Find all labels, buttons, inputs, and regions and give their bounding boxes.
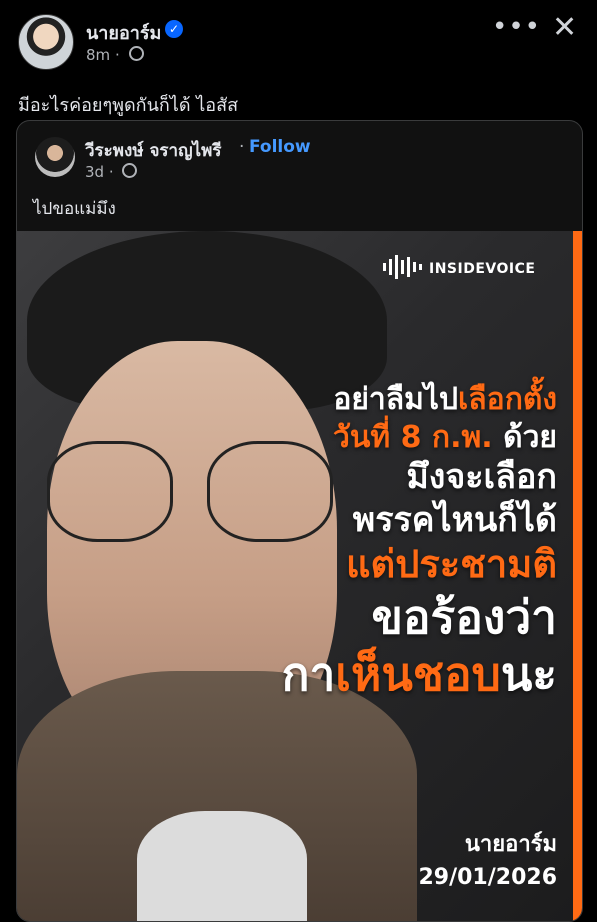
meta-separator: · [114, 46, 120, 64]
post-caption: มีอะไรค่อยๆพูดกันก็ได้ ไอสัส [18, 95, 239, 116]
globe-icon [128, 46, 144, 61]
close-icon[interactable]: ✕ [552, 10, 577, 45]
headline-line-1a: อย่าลืมไป [333, 382, 459, 417]
photo-shirt [137, 811, 307, 921]
headline-line-7: กาเห็นชอบนะ [167, 646, 557, 704]
image-headline: อย่าลืมไปเลือกตั้ง วันที่ 8 ก.พ. ด้วย มึ… [167, 381, 557, 704]
author-name[interactable]: นายอาร์ม [86, 18, 161, 47]
follow-button[interactable]: Follow [249, 137, 311, 157]
headline-line-7b: เห็นชอบ [335, 647, 501, 701]
shared-post-card[interactable]: วีระพงษ์ จราญไพรี · Follow 3d · ไปขอแม่ม… [16, 120, 583, 922]
headline-line-7a: กา [281, 647, 336, 701]
headline-line-3: มึงจะเลือก [406, 457, 557, 497]
more-horizontal-icon[interactable]: ••• [492, 12, 541, 42]
shared-author-avatar[interactable] [35, 137, 75, 177]
signature-date: 29/01/2026 [418, 865, 557, 890]
post-image[interactable]: INSIDEVOICE อย่าลืมไปเลือกตั้ง วันที่ 8 … [17, 231, 582, 921]
brand-logo: INSIDEVOICE [383, 255, 535, 279]
headline-line-6: ขอร้องว่า [371, 589, 557, 644]
shared-post-meta: 3d · [85, 163, 138, 181]
soundwave-icon [383, 255, 422, 279]
headline-line-2: วันที่ 8 ก.พ. ด้วย [167, 419, 557, 457]
shared-globe-icon [122, 163, 138, 178]
photo-glasses-left [47, 441, 173, 542]
post-meta: 8m · [86, 46, 144, 64]
headline-line-5: แต่ประชามติ [346, 542, 557, 586]
accent-bar [573, 231, 582, 921]
author-avatar[interactable] [18, 14, 74, 70]
shared-post-time[interactable]: 3d [85, 163, 104, 181]
shared-author-name[interactable]: วีระพงษ์ จราญไพรี [85, 137, 221, 164]
follow-separator: · [239, 137, 245, 157]
verified-badge-icon: ✓ [165, 20, 183, 38]
post-time[interactable]: 8m [86, 46, 110, 64]
post-header: นายอาร์ม ✓ 8m · ••• ✕ [0, 0, 597, 80]
headline-line-4: พรรคไหนก็ได้ [352, 499, 557, 540]
headline-line-1: อย่าลืมไปเลือกตั้ง [167, 381, 557, 419]
shared-meta-separator: · [108, 163, 114, 181]
headline-line-2b: ด้วย [492, 419, 557, 455]
brand-name: INSIDEVOICE [429, 261, 536, 277]
image-signature: นายอาร์ม 29/01/2026 [387, 826, 557, 890]
headline-line-2a: วันที่ 8 ก.พ. [333, 419, 493, 455]
shared-post-caption: ไปขอแม่มึง [33, 199, 116, 219]
signature-name: นายอาร์ม [464, 832, 557, 857]
headline-line-7c: นะ [500, 647, 557, 701]
headline-line-1b: เลือกตั้ง [458, 382, 557, 417]
